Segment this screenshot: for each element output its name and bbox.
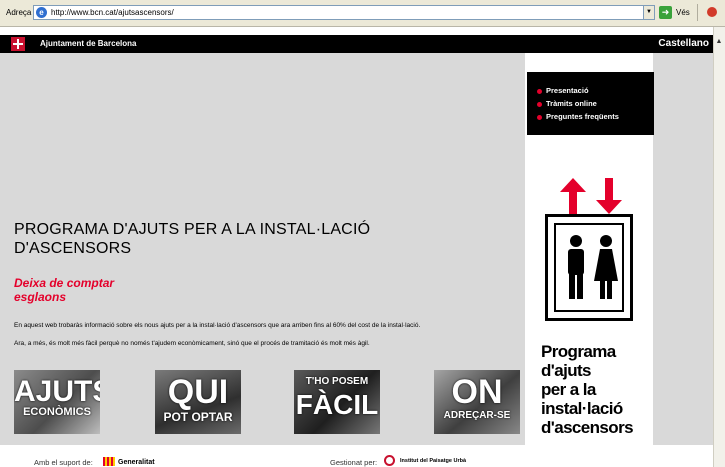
toolbar-divider: [697, 4, 698, 21]
up-down-arrows-icon: [560, 178, 622, 214]
address-label: Adreça: [6, 8, 32, 17]
scroll-up-arrow-icon[interactable]: ▲: [713, 38, 725, 50]
barcelona-logo-icon[interactable]: [11, 37, 25, 51]
browser-address-bar: Adreça e http://www.bcn.cat/ajutsascenso…: [0, 0, 725, 27]
bullet-icon: [537, 88, 542, 94]
bullet-icon: [537, 101, 542, 107]
go-button[interactable]: Vés: [676, 8, 690, 17]
generalitat-logo-icon: [103, 457, 115, 466]
menu-item-tramits-online[interactable]: Tràmits online: [537, 97, 654, 110]
intro-paragraph-2: Ara, a més, és molt més fàcil perquè no …: [14, 340, 370, 347]
program-promo-text: Programa d'ajuts per a la instal·lació d…: [541, 342, 634, 437]
tile-on-adrecar-se[interactable]: ON ADREÇAR-SE: [434, 370, 520, 434]
url-dropdown-button[interactable]: ▼: [643, 5, 655, 20]
side-menu: Presentació Tràmits online Preguntes fre…: [527, 72, 654, 135]
elevator-icon: [545, 214, 633, 321]
page-icon: e: [36, 7, 47, 18]
tile-qui-pot-optar[interactable]: QUI POT OPTAR: [155, 370, 241, 434]
man-woman-icon: [568, 235, 618, 299]
managed-by-label: Gestionat per:: [330, 458, 378, 467]
iau-logo-icon: [384, 455, 395, 466]
tile-facil[interactable]: T'HO POSEM FÀCIL: [294, 370, 380, 434]
tile-ajuts-economics[interactable]: AJUTS ECONÒMICS: [14, 370, 100, 434]
support-label: Amb el suport de:: [34, 458, 93, 467]
site-name[interactable]: Ajuntament de Barcelona: [40, 39, 136, 48]
go-arrow-icon[interactable]: ➜: [659, 6, 672, 19]
language-link-castellano[interactable]: Castellano: [658, 38, 709, 49]
bullet-icon: [537, 114, 542, 120]
generalitat-link[interactable]: Generalitat: [118, 459, 155, 466]
page-title: PROGRAMA D'AJUTS PER A LA INSTAL·LACIÓ D…: [14, 221, 371, 257]
url-text: http://www.bcn.cat/ajutsascensors/: [51, 8, 174, 17]
vertical-scrollbar[interactable]: [713, 27, 725, 467]
page-margin: [653, 53, 713, 445]
menu-item-presentacio[interactable]: Presentació: [537, 84, 654, 97]
iau-link[interactable]: Institut del Paisatge Urbà: [400, 458, 466, 464]
intro-paragraph-1: En aquest web trobaràs informació sobre …: [14, 322, 421, 329]
slogan: Deixa de comptar esglaons: [14, 276, 115, 304]
site-header: Ajuntament de Barcelona Castellano: [0, 35, 725, 53]
elevator-doors: [554, 223, 624, 312]
menu-item-preguntes-frequents[interactable]: Preguntes freqüents: [537, 110, 654, 123]
url-input[interactable]: e http://www.bcn.cat/ajutsascensors/: [33, 5, 649, 20]
toolbar-extension-icon[interactable]: [707, 7, 717, 17]
